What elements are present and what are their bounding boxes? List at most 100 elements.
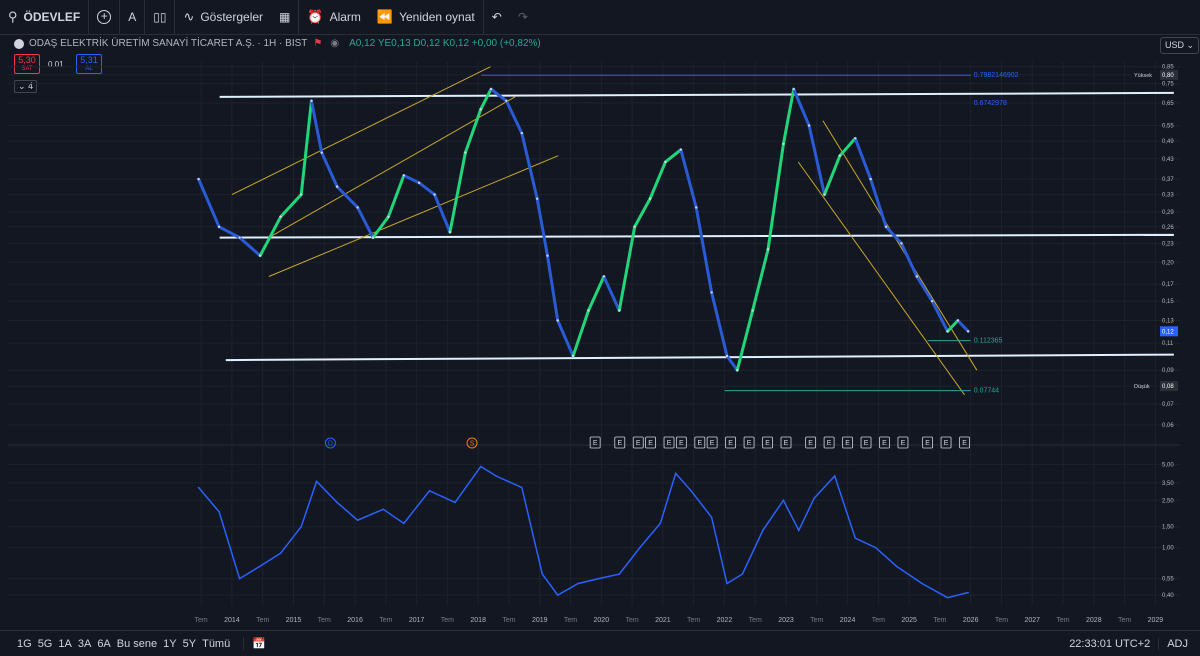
price-point: [238, 236, 241, 239]
indicator-point: [638, 546, 641, 549]
x-tick-label: Tem: [933, 617, 946, 624]
indicator-point: [921, 582, 923, 585]
adj-toggle[interactable]: ADJ: [1158, 637, 1200, 650]
indicator-point: [336, 501, 338, 504]
trend-overlay-segment: [258, 215, 283, 258]
trend-overlay-segment: [602, 275, 621, 312]
event-marker-label: E: [864, 440, 869, 447]
trend-overlay-segment: [309, 99, 324, 155]
range-button-8[interactable]: Tümü: [199, 638, 233, 650]
price-tick-label: 0,15: [1162, 299, 1174, 305]
trend-overlay-segment: [663, 148, 683, 164]
range-button-0[interactable]: 1G: [14, 638, 35, 650]
price-point: [854, 137, 857, 140]
x-tick-label: 2019: [532, 617, 548, 624]
trend-overlay-segment: [197, 177, 221, 229]
indicator-point: [279, 552, 282, 554]
indicator-point: [895, 565, 898, 567]
indicator-point: [597, 577, 600, 580]
indicator-point: [833, 475, 836, 477]
price-point: [807, 124, 811, 127]
price-point: [900, 242, 903, 245]
range-button-3[interactable]: 3A: [75, 638, 94, 650]
price-chart[interactable]: Tem 2014 Tem 2015 Tem 2016 Tem 2017 Tem 2018 Tem 20…: [0, 0, 1200, 630]
x-tick-label: Tem: [441, 617, 454, 624]
chart-axes: Tem 2014 Tem 2015 Tem 2016 Tem 2017 Tem 2018 Tem 20…: [195, 65, 1175, 624]
indicator-point: [854, 537, 857, 540]
trend-overlay-segment: [217, 225, 242, 240]
x-tick-label: 2022: [717, 617, 733, 624]
indicator-point: [618, 573, 621, 575]
date-range-icon[interactable]: 📅: [243, 637, 266, 650]
indicator-point: [300, 525, 302, 528]
x-tick-label: 2017: [409, 617, 425, 624]
price-point: [556, 319, 559, 322]
price-point: [387, 215, 390, 218]
indicator-tick-label: 1,50: [1162, 525, 1174, 531]
trend-overlay-segment: [279, 193, 303, 219]
indicator-point: [197, 486, 200, 489]
channel-line: [822, 120, 978, 371]
range-button-1[interactable]: 5G: [35, 638, 56, 650]
trend-overlay-segment: [448, 151, 467, 234]
price-point: [966, 330, 970, 333]
range-button-2[interactable]: 1A: [55, 638, 74, 650]
trend-overlay-segment: [479, 87, 493, 111]
clock-label[interactable]: 22:33:01 UTC+2: [1069, 638, 1158, 650]
price-point: [946, 330, 949, 333]
event-marker-label: E: [667, 440, 672, 447]
range-button-6[interactable]: 1Y: [160, 638, 179, 650]
price-point: [310, 99, 313, 103]
price-point: [792, 87, 795, 91]
dividend-marker-label: D: [328, 441, 333, 448]
range-button-5[interactable]: Bu sene: [114, 638, 160, 650]
price-point: [695, 206, 698, 209]
x-tick-label: Tem: [195, 617, 208, 624]
trend-overlay-segment: [299, 99, 313, 197]
x-tick-label: 2025: [901, 617, 917, 624]
event-marker-label: E: [784, 440, 789, 447]
indicator-point: [382, 508, 385, 511]
indicator-point: [946, 596, 949, 599]
price-point: [197, 177, 200, 181]
price-tick-label: 0,17: [1162, 282, 1174, 288]
event-marker-label: E: [808, 440, 813, 447]
bottom-toolbar: 1G 5G 1A 3A 6A Bu sene 1Y 5Y Tümü 📅 22:33:01 UTC…: [0, 630, 1200, 656]
indicator-tick-label: 0,40: [1162, 593, 1174, 599]
indicator-point: [798, 529, 800, 532]
trend-overlay-segment: [735, 308, 755, 372]
indicator-point: [726, 582, 728, 585]
price-point: [448, 230, 452, 234]
indicator-tick-label: 5,00: [1162, 462, 1174, 468]
price-point: [823, 193, 826, 196]
price-tick-label: 0,43: [1162, 157, 1174, 163]
event-marker-label: E: [765, 440, 770, 447]
event-marker-label: E: [962, 440, 967, 447]
price-point: [602, 275, 606, 278]
trend-overlay-segment: [545, 254, 560, 322]
price-tick-label: 0,11: [1162, 341, 1174, 347]
indicator-point: [659, 522, 662, 525]
range-button-4[interactable]: 6A: [94, 638, 113, 650]
price-point: [931, 299, 934, 303]
x-tick-label: 2018: [470, 617, 486, 624]
event-marker-label: E: [697, 440, 702, 447]
price-tick-label: 0,06: [1162, 423, 1174, 429]
indicator-point: [690, 490, 692, 492]
price-point: [571, 354, 575, 358]
event-marker-label: E: [901, 440, 906, 447]
x-tick-label: Tem: [625, 617, 638, 624]
indicator-point: [356, 519, 359, 522]
price-point: [679, 148, 683, 151]
price-point: [335, 185, 339, 188]
x-tick-label: Tem: [379, 617, 392, 624]
indicator-point: [813, 497, 816, 500]
price-point: [320, 151, 323, 154]
event-marker-label: E: [827, 440, 832, 447]
price-point: [479, 108, 482, 111]
indicator-tick-label: 2,50: [1162, 498, 1174, 504]
event-marker-label: E: [882, 440, 887, 447]
event-marker-label: E: [617, 440, 622, 447]
range-button-7[interactable]: 5Y: [180, 638, 199, 650]
x-tick-label: Tem: [502, 617, 515, 624]
